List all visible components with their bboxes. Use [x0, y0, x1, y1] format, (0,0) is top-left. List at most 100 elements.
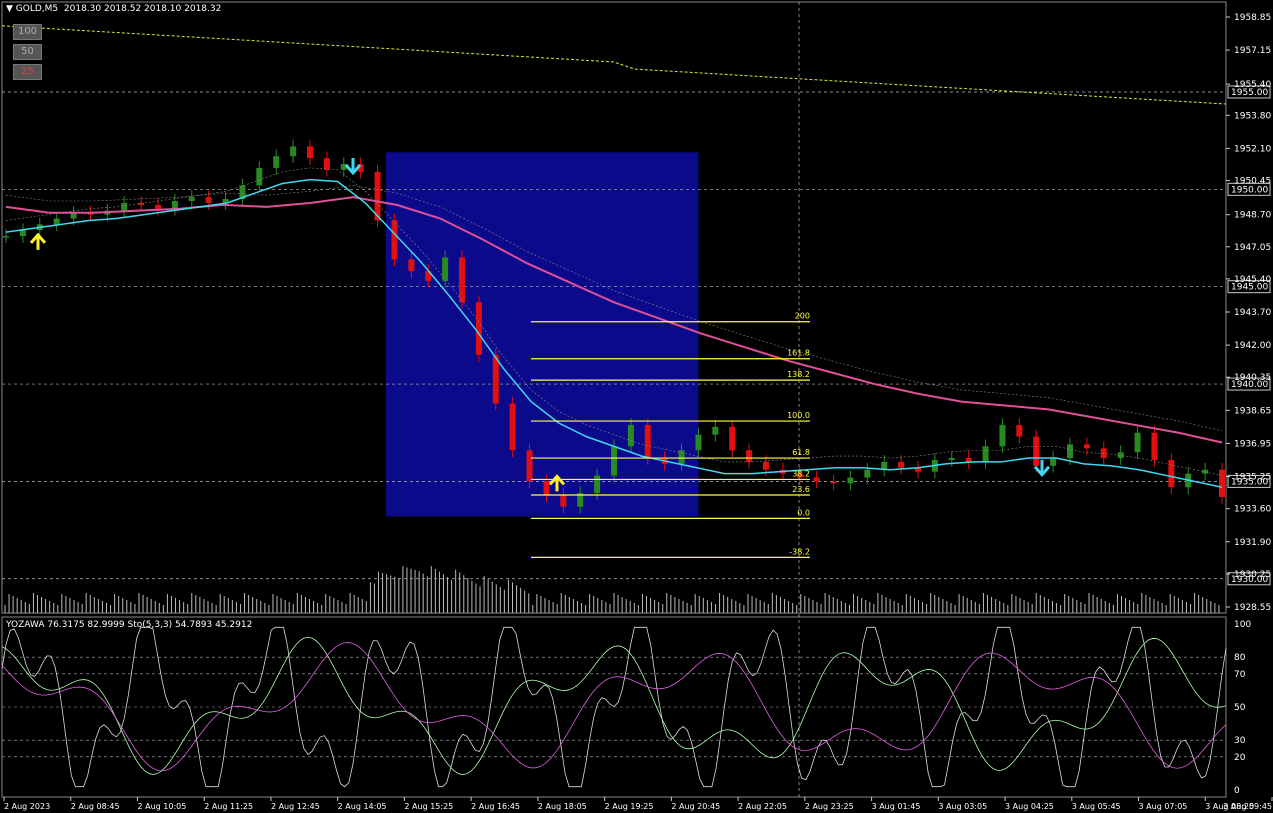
chart-canvas: 1955.001950.001945.001940.001935.001930.… [1, 1, 1273, 811]
indicator-header: YOZAWA 76.3175 82.9999 Sto(5,3,3) 54.789… [6, 620, 253, 630]
zoom-button-25[interactable]: 25 [13, 64, 42, 80]
candle-body [982, 446, 989, 462]
fib-level-label: 23.6 [792, 485, 810, 494]
candle-body [1151, 432, 1158, 460]
candle-body [1168, 459, 1175, 488]
x-tick-label: 2 Aug 15:25 [404, 802, 453, 811]
symbol-label: GOLD,M5 [15, 4, 59, 14]
candle-body [171, 201, 178, 209]
x-tick-label: 2 Aug 18:05 [538, 802, 587, 811]
candle-body [1202, 469, 1209, 474]
candle-body [1083, 444, 1090, 449]
x-tick-label: 2 Aug 23:25 [805, 802, 854, 811]
candle-body [746, 450, 753, 462]
y-tick-label: 1940.35 [1234, 373, 1271, 383]
candle-body [391, 220, 398, 260]
chart-header[interactable]: ▼ GOLD,M5 2018.30 2018.52 2018.10 2018.3… [6, 4, 221, 14]
x-tick-label: 3 Aug 04:25 [1005, 802, 1054, 811]
fib-level-label: 138.2 [787, 370, 810, 379]
candle-body [19, 230, 26, 237]
y-tick-label: 1931.90 [1234, 538, 1271, 548]
candle-body [3, 236, 9, 238]
candle-body [1067, 444, 1073, 459]
y-tick-label: 1955.40 [1234, 80, 1271, 90]
candle-body [611, 446, 617, 476]
candle-body [847, 477, 854, 484]
x-tick-label: 3 Aug 09:45 [1223, 802, 1272, 811]
y-tick-label: 1930.25 [1234, 570, 1271, 580]
y-tick-label: 1943.70 [1234, 308, 1271, 318]
x-tick-label: 2 Aug 20:45 [671, 802, 720, 811]
fib-level-label: -38.2 [789, 547, 810, 556]
oscillator-tick-label: 80 [1234, 653, 1246, 663]
candle-body [627, 424, 634, 447]
candle-body [307, 146, 313, 159]
candle-body [459, 257, 465, 303]
x-tick-label: 3 Aug 01:45 [872, 802, 921, 811]
volatility-zone [386, 152, 699, 517]
candle-body [256, 167, 263, 186]
oscillator-tick-label: 30 [1234, 736, 1246, 746]
y-tick-label: 1936.95 [1234, 439, 1271, 449]
candle-body [999, 424, 1006, 447]
candle-body [408, 259, 415, 272]
candle-body [526, 450, 533, 482]
candle-body [729, 426, 736, 451]
candle-body [475, 302, 482, 355]
y-tick-label: 1942.00 [1234, 341, 1271, 351]
candle-body [290, 146, 297, 157]
candle-body [53, 218, 60, 225]
y-tick-label: 1935.25 [1234, 473, 1271, 483]
oscillator-tick-label: 50 [1234, 703, 1246, 713]
candle-body [594, 475, 601, 494]
fib-level-label: 0.0 [797, 508, 810, 517]
candle-body [695, 434, 702, 451]
oscillator-tick-label: 100 [1234, 620, 1251, 630]
x-tick-label: 2 Aug 11:25 [204, 802, 253, 811]
x-tick-label: 2 Aug 10:05 [137, 802, 186, 811]
candle-body [1100, 448, 1107, 459]
fib-level-label: 61.8 [792, 448, 810, 457]
candle-body [1016, 424, 1023, 437]
x-tick-label: 2 Aug 08:45 [71, 802, 120, 811]
y-tick-label: 1958.85 [1234, 13, 1271, 23]
oscillator-tick-label: 70 [1234, 670, 1246, 680]
y-tick-label: 1945.40 [1234, 275, 1271, 285]
candle-body [121, 202, 128, 211]
x-tick-label: 2 Aug 14:05 [338, 802, 387, 811]
ohlc-label: 2018.30 2018.52 2018.10 2018.32 [63, 4, 222, 14]
candle-body [813, 477, 820, 482]
y-tick-label: 1938.65 [1234, 406, 1271, 416]
candle-body [492, 354, 499, 404]
candle-body [763, 461, 769, 470]
candle-body [830, 481, 837, 484]
x-tick-label: 2 Aug 12:45 [271, 802, 320, 811]
y-tick-label: 1933.60 [1234, 505, 1271, 515]
price-box-label: 1950.00 [1231, 185, 1268, 195]
y-tick-label: 1948.70 [1234, 211, 1271, 221]
x-tick-label: 2 Aug 22:05 [738, 802, 787, 811]
candle-body [864, 469, 871, 478]
candle-body [442, 257, 449, 281]
x-tick-label: 2 Aug 16:45 [471, 802, 520, 811]
candle-body [205, 197, 212, 203]
candle-body [1219, 469, 1225, 497]
zoom-button-100[interactable]: 100 [13, 24, 42, 40]
y-tick-label: 1950.45 [1234, 177, 1271, 187]
oscillator-tick-label: 0 [1234, 786, 1240, 796]
candle-body [1050, 458, 1057, 466]
candle-body [323, 158, 330, 170]
candle-body [965, 458, 972, 462]
candle-body [543, 481, 550, 496]
candle-body [678, 450, 685, 464]
x-tick-label: 2 Aug 2023 [4, 802, 50, 811]
candle-body [948, 458, 955, 460]
fib-level-label: 200 [795, 312, 810, 321]
candle-body [509, 403, 516, 451]
oscillator-tick-label: 20 [1234, 753, 1246, 763]
x-tick-label: 2 Aug 19:25 [605, 802, 654, 811]
y-tick-label: 1957.15 [1234, 46, 1271, 56]
y-tick-label: 1947.05 [1234, 243, 1271, 253]
zoom-button-50[interactable]: 50 [13, 44, 42, 60]
candle-body [273, 156, 280, 168]
